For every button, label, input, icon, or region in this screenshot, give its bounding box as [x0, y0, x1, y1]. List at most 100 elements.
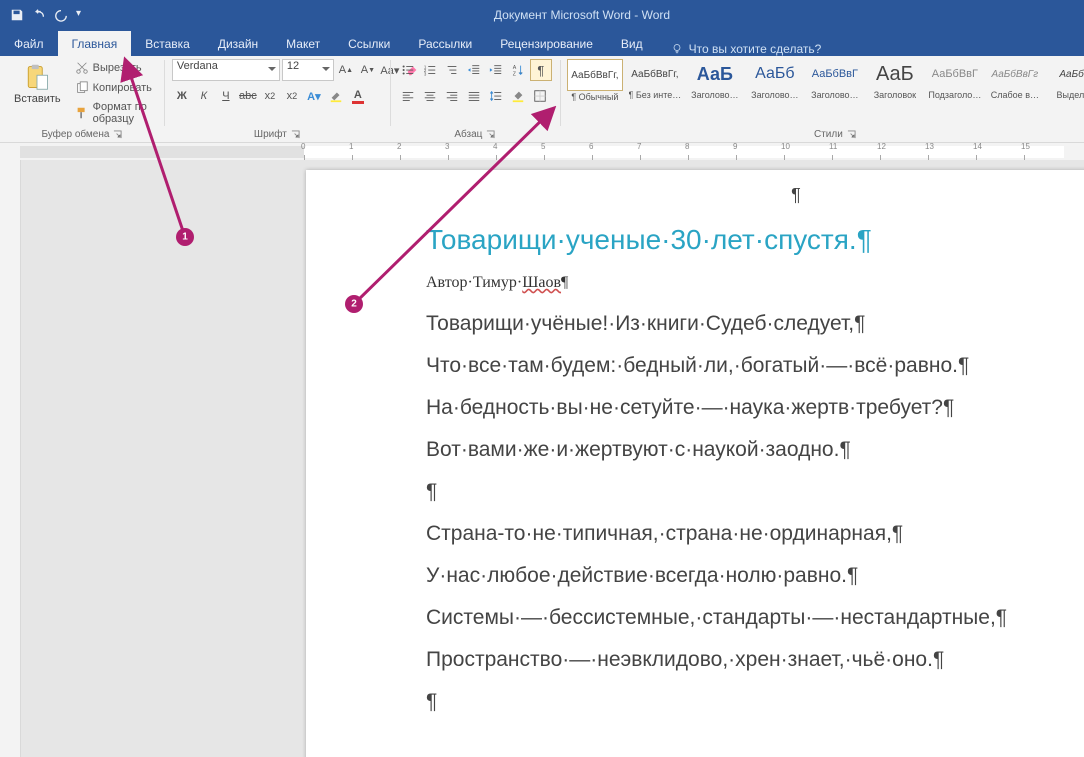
align-left-button[interactable]: [398, 86, 418, 106]
outdent-icon: [467, 63, 481, 77]
lightbulb-icon: [671, 43, 683, 55]
style-Подзаголо…[interactable]: АаБбВвГПодзаголо…: [928, 59, 982, 100]
tab-Вид[interactable]: Вид: [607, 31, 657, 56]
shrink-font-button[interactable]: A▼: [358, 60, 378, 80]
pilcrow-icon: ¶: [537, 63, 544, 78]
align-center-button[interactable]: [420, 86, 440, 106]
body-line: ¶: [426, 690, 1084, 714]
style-Заголовок[interactable]: АаБЗаголовок: [868, 59, 922, 100]
page: ¶ Товарищи·ученые·30·лет·спустя.¶ Автор·…: [306, 170, 1084, 757]
body-line: У·нас·любое·действие·всегда·нолю·равно.¶: [426, 564, 1084, 588]
svg-text:A: A: [513, 65, 517, 71]
scissors-icon: [75, 61, 89, 75]
tab-Вставка[interactable]: Вставка: [131, 31, 204, 56]
tab-Дизайн[interactable]: Дизайн: [204, 31, 272, 56]
borders-button[interactable]: [530, 86, 550, 106]
tab-Рассылки[interactable]: Рассылки: [404, 31, 486, 56]
italic-button[interactable]: К: [194, 86, 214, 106]
font-color-button[interactable]: A: [348, 86, 368, 106]
group-styles: АаБбВвГг,¶ ОбычныйАаБбВвГг,¶ Без инте…Аа…: [560, 56, 1084, 142]
undo-icon[interactable]: [32, 8, 46, 22]
style-Выдел…[interactable]: АаБбВВыдел…: [1048, 59, 1084, 100]
tab-file[interactable]: Файл: [0, 31, 58, 56]
borders-icon: [533, 89, 547, 103]
tab-Главная[interactable]: Главная: [58, 31, 132, 56]
style-Слабое в…[interactable]: АаБбВвГгСлабое в…: [988, 59, 1042, 100]
group-font: Verdana 12 A▲ A▼ Aa▾ Ж К Ч abc x2 x2 A▾: [164, 56, 390, 142]
sort-icon: AZ: [511, 63, 525, 77]
body-line: ¶: [426, 480, 1084, 504]
highlight-button[interactable]: [326, 86, 346, 106]
tab-Рецензирование[interactable]: Рецензирование: [486, 31, 607, 56]
body-line: На·бедность·вы·не·сетуйте·—·наука·жертв·…: [426, 396, 1084, 420]
body-line: Системы·—·бессистемные,·стандарты·—·нест…: [426, 606, 1084, 630]
qat-more-icon[interactable]: ▾: [76, 8, 90, 22]
document-heading: Товарищи·ученые·30·лет·спустя.¶: [426, 224, 1084, 256]
copy-icon: [75, 81, 89, 95]
show-paragraph-marks-button[interactable]: ¶: [530, 59, 552, 81]
styles-gallery[interactable]: АаБбВвГг,¶ ОбычныйАаБбВвГг,¶ Без инте…Аа…: [568, 59, 1084, 102]
vertical-ruler[interactable]: [0, 160, 21, 757]
superscript-button[interactable]: x2: [282, 86, 302, 106]
dialog-launcher-icon[interactable]: [847, 130, 856, 139]
number-list-icon: 123: [423, 63, 437, 77]
group-paragraph: 123 AZ ¶ Абзац: [390, 56, 560, 142]
paste-icon: [23, 63, 51, 91]
tell-me-search[interactable]: Что вы хотите сделать?: [657, 42, 822, 56]
document-area[interactable]: ¶ Товарищи·ученые·30·лет·спустя.¶ Автор·…: [21, 160, 1084, 757]
highlighter-icon: [329, 89, 343, 103]
style-Заголово…[interactable]: АаБЗаголово…: [688, 59, 742, 100]
dialog-launcher-icon[interactable]: [486, 130, 495, 139]
body-line: Пространство·—·неэвклидово,·хрен·знает,·…: [426, 648, 1084, 672]
style-¶ Обычный[interactable]: АаБбВвГг,¶ Обычный: [568, 59, 622, 102]
indent-icon: [489, 63, 503, 77]
body-line: Товарищи·учёные!·Из·книги·Судеб·следует,…: [426, 312, 1084, 336]
save-icon[interactable]: [10, 8, 24, 22]
ribbon: Вставить Вырезать Копировать Формат по о…: [0, 56, 1084, 143]
title-bar: ▾ Документ Microsoft Word - Word: [0, 0, 1084, 30]
font-size-select[interactable]: 12: [282, 59, 334, 81]
author-line: Автор·Тимур·Шаов¶: [426, 274, 1084, 292]
format-painter-button[interactable]: Формат по образцу: [71, 99, 156, 127]
tab-Макет[interactable]: Макет: [272, 31, 334, 56]
text-effects-button[interactable]: A▾: [304, 86, 324, 106]
line-spacing-button[interactable]: [486, 86, 506, 106]
body-line: Что·все·там·будем:·бедный·ли,·богатый·—·…: [426, 354, 1084, 378]
style-Заголово…[interactable]: АаБбЗаголово…: [748, 59, 802, 100]
body-line: Страна-то·не·типичная,·страна·не·ординар…: [426, 522, 1084, 546]
bold-button[interactable]: Ж: [172, 86, 192, 106]
decrease-indent-button[interactable]: [464, 60, 484, 80]
dialog-launcher-icon[interactable]: [291, 130, 300, 139]
svg-text:Z: Z: [513, 71, 517, 77]
strikethrough-button[interactable]: abc: [238, 86, 258, 106]
align-right-button[interactable]: [442, 86, 462, 106]
tab-Ссылки[interactable]: Ссылки: [334, 31, 404, 56]
bullet-list-icon: [401, 63, 415, 77]
svg-text:3: 3: [424, 71, 427, 76]
increase-indent-button[interactable]: [486, 60, 506, 80]
brush-icon: [75, 106, 89, 120]
redo-icon[interactable]: [54, 8, 68, 22]
style-Заголово…[interactable]: АаБбВвГЗаголово…: [808, 59, 862, 100]
body-line: Вот·вами·же·и·жертвуют·с·наукой·заодно.¶: [426, 438, 1084, 462]
justify-button[interactable]: [464, 86, 484, 106]
style-¶ Без инте…[interactable]: АаБбВвГг,¶ Без инте…: [628, 59, 682, 100]
font-family-select[interactable]: Verdana: [172, 59, 280, 81]
copy-button[interactable]: Копировать: [71, 79, 156, 97]
dialog-launcher-icon[interactable]: [113, 130, 122, 139]
underline-button[interactable]: Ч: [216, 86, 236, 106]
multilevel-list-button[interactable]: [442, 60, 462, 80]
subscript-button[interactable]: x2: [260, 86, 280, 106]
grow-font-button[interactable]: A▲: [336, 60, 356, 80]
shading-button[interactable]: [508, 86, 528, 106]
ribbon-tabs: Файл ГлавнаяВставкаДизайнМакетСсылкиРасс…: [0, 30, 1084, 56]
group-clipboard: Вставить Вырезать Копировать Формат по о…: [0, 56, 164, 142]
document-title: Документ Microsoft Word - Word: [90, 8, 1074, 22]
bullets-button[interactable]: [398, 60, 418, 80]
numbering-button[interactable]: 123: [420, 60, 440, 80]
paste-button[interactable]: Вставить: [8, 59, 67, 109]
sort-button[interactable]: AZ: [508, 60, 528, 80]
multilevel-icon: [445, 63, 459, 77]
paint-bucket-icon: [511, 89, 525, 103]
cut-button[interactable]: Вырезать: [71, 59, 156, 77]
